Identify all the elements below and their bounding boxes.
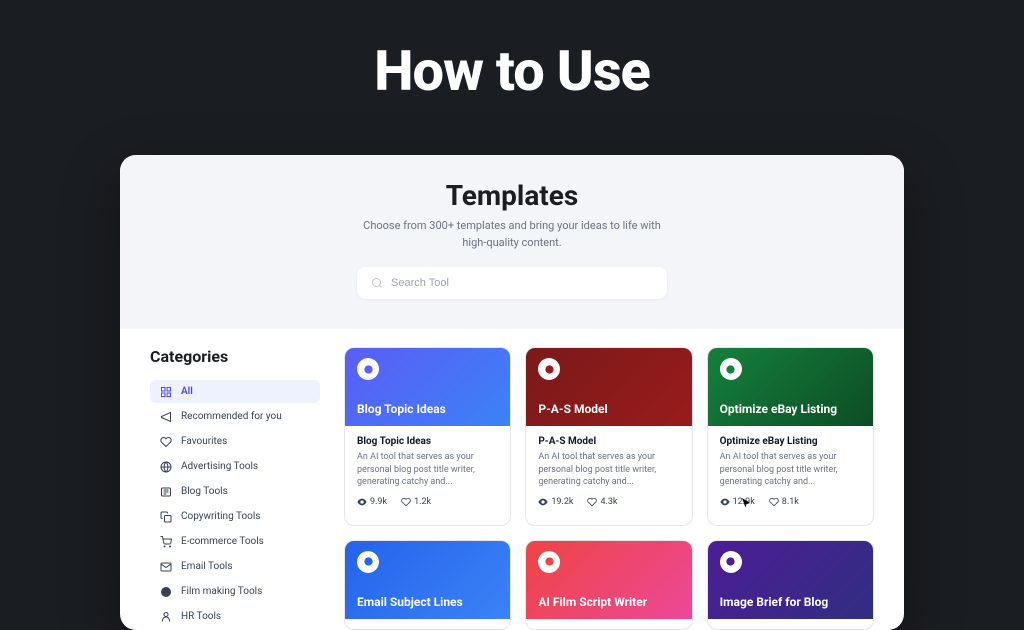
copy-icon — [159, 510, 172, 523]
grid-icon — [159, 385, 172, 398]
card-title: Blog Topic Ideas — [357, 436, 498, 447]
search-input[interactable] — [391, 277, 653, 289]
app-window: Templates Choose from 300+ templates and… — [120, 155, 904, 630]
template-card[interactable]: Image Brief for Blog — [707, 540, 874, 630]
mail-icon — [159, 560, 172, 573]
eye-icon — [538, 497, 548, 507]
card-header: Blog Topic Ideas — [345, 348, 510, 426]
template-card[interactable]: P-A-S Model P-A-S Model An AI tool that se… — [525, 347, 692, 526]
card-description: An AI tool that serves as your personal … — [720, 451, 861, 489]
search-icon — [371, 277, 383, 289]
megaphone-icon — [159, 410, 172, 423]
card-header: Optimize eBay Listing — [708, 348, 873, 426]
heart-icon — [159, 435, 172, 448]
category-label: Blog Tools — [181, 486, 228, 497]
card-icon — [720, 358, 742, 380]
page-hero-title: How to Use — [0, 0, 1024, 104]
category-label: Recommended for you — [181, 411, 282, 422]
category-label: Favourites — [181, 436, 227, 447]
card-head-title: Email Subject Lines — [357, 595, 498, 609]
categories-heading: Categories — [150, 347, 320, 366]
likes-stat: 8.1k — [769, 497, 799, 507]
category-item-email-tools[interactable]: Email Tools — [150, 555, 320, 578]
content: Categories All Recommended for you Favouri… — [120, 329, 904, 630]
category-item-all[interactable]: All — [150, 380, 320, 403]
card-icon — [538, 358, 560, 380]
card-description: An AI tool that serves as your personal … — [357, 451, 498, 489]
card-body: P-A-S Model An AI tool that serves as you… — [526, 426, 691, 515]
views-stat: 9.9k — [357, 497, 387, 507]
card-head-title: Blog Topic Ideas — [357, 402, 498, 416]
eye-icon — [720, 497, 730, 507]
category-label: Email Tools — [181, 561, 233, 572]
card-title: P-A-S Model — [538, 436, 679, 447]
card-icon — [357, 551, 379, 573]
category-item-advertising-tools[interactable]: Advertising Tools — [150, 455, 320, 478]
globe-icon — [159, 460, 172, 473]
card-icon — [538, 551, 560, 573]
category-item-e-commerce-tools[interactable]: E-commerce Tools — [150, 530, 320, 553]
category-item-favourites[interactable]: Favourites — [150, 430, 320, 453]
card-head-title: P-A-S Model — [538, 402, 679, 416]
templates-heading: Templates — [140, 179, 884, 212]
heart-icon — [587, 497, 597, 507]
card-head-title: Optimize eBay Listing — [720, 402, 861, 416]
heart-icon — [769, 497, 779, 507]
template-card[interactable]: AI Film Script Writer — [525, 540, 692, 630]
card-icon — [720, 551, 742, 573]
card-body: Blog Topic Ideas An AI tool that serves a… — [345, 426, 510, 515]
heart-icon — [401, 497, 411, 507]
category-item-hr-tools[interactable]: HR Tools — [150, 605, 320, 628]
cart-icon — [159, 535, 172, 548]
hr-icon — [159, 610, 172, 623]
category-item-recommended-for-you[interactable]: Recommended for you — [150, 405, 320, 428]
card-stats: 19.2k 4.3k — [538, 497, 679, 507]
sidebar: Categories All Recommended for you Favouri… — [150, 347, 320, 630]
card-header: AI Film Script Writer — [526, 541, 691, 619]
views-stat: 12.9k — [720, 497, 755, 507]
category-item-film-making-tools[interactable]: Film making Tools — [150, 580, 320, 603]
card-header: Image Brief for Blog — [708, 541, 873, 619]
card-description: An AI tool that serves as your personal … — [538, 451, 679, 489]
card-stats: 9.9k 1.2k — [357, 497, 498, 507]
category-label: Film making Tools — [181, 586, 262, 597]
views-stat: 19.2k — [538, 497, 573, 507]
search-wrapper[interactable] — [357, 267, 667, 299]
blog-icon — [159, 485, 172, 498]
hero-section: Templates Choose from 300+ templates and… — [120, 155, 904, 329]
category-label: All — [181, 386, 193, 397]
template-card[interactable]: Blog Topic Ideas Blog Topic Ideas An AI to… — [344, 347, 511, 526]
template-card[interactable]: Email Subject Lines — [344, 540, 511, 630]
card-title: Optimize eBay Listing — [720, 436, 861, 447]
category-label: E-commerce Tools — [181, 536, 264, 547]
card-body: Optimize eBay Listing An AI tool that ser… — [708, 426, 873, 515]
category-item-blog-tools[interactable]: Blog Tools — [150, 480, 320, 503]
likes-stat: 1.2k — [401, 497, 431, 507]
templates-subtitle: Choose from 300+ templates and bring you… — [352, 218, 672, 251]
template-card[interactable]: Optimize eBay ListingOptimize eBay Listi… — [707, 347, 874, 526]
likes-stat: 4.3k — [587, 497, 617, 507]
template-grid: Blog Topic Ideas Blog Topic Ideas An AI to… — [344, 347, 874, 630]
category-label: Copywriting Tools — [181, 511, 260, 522]
eye-icon — [357, 497, 367, 507]
category-label: Advertising Tools — [181, 461, 258, 472]
card-header: Email Subject Lines — [345, 541, 510, 619]
category-item-copywriting-tools[interactable]: Copywriting Tools — [150, 505, 320, 528]
card-header: P-A-S Model — [526, 348, 691, 426]
film-icon — [159, 585, 172, 598]
card-head-title: Image Brief for Blog — [720, 595, 861, 609]
card-icon — [357, 358, 379, 380]
category-label: HR Tools — [181, 611, 221, 622]
card-head-title: AI Film Script Writer — [538, 595, 679, 609]
card-stats: 12.9k 8.1k — [720, 497, 861, 507]
